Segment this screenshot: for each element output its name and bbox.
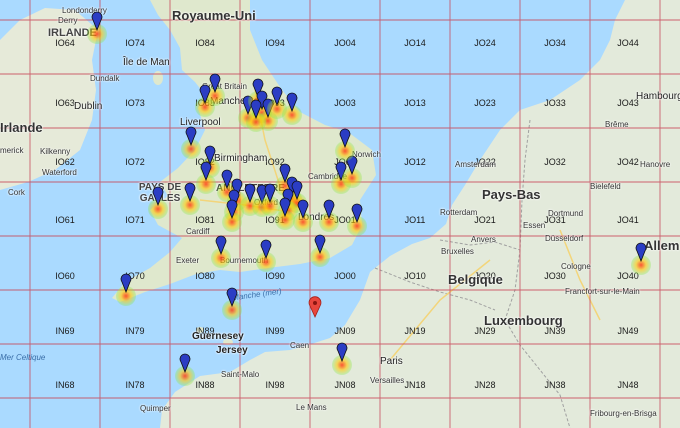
station-marker[interactable] (111, 273, 141, 306)
map-pin-icon (152, 186, 164, 206)
selected-location-marker[interactable] (299, 296, 329, 326)
land-guernsey (196, 327, 204, 333)
station-marker[interactable] (241, 99, 271, 132)
station-marker[interactable] (626, 242, 656, 275)
station-marker[interactable] (327, 342, 357, 375)
map-pin-icon (314, 234, 326, 254)
station-marker[interactable] (217, 199, 247, 232)
map-pin-icon (260, 239, 272, 259)
map-pin-icon (215, 235, 227, 255)
map-pin-icon (308, 296, 322, 318)
map-pin-icon (286, 92, 298, 112)
station-marker[interactable] (342, 203, 372, 236)
map-pin-icon (323, 199, 335, 219)
station-marker[interactable] (170, 353, 200, 386)
map-pin-icon (185, 126, 197, 146)
map-pin-icon (200, 161, 212, 181)
map-pin-icon (179, 353, 191, 373)
station-marker[interactable] (330, 128, 360, 161)
map-pin-icon (250, 99, 262, 119)
station-marker[interactable] (190, 84, 220, 117)
map-view[interactable]: IO64 IO74 IO84 IO94 JO04 JO14 JO24 JO34 JO44 IO63… (0, 0, 680, 428)
map-pin-icon (226, 287, 238, 307)
map-pin-icon (226, 199, 238, 219)
station-marker[interactable] (305, 234, 335, 267)
station-marker[interactable] (82, 11, 112, 44)
station-marker[interactable] (314, 199, 344, 232)
map-pin-icon (339, 128, 351, 148)
map-pin-icon (199, 84, 211, 104)
station-marker[interactable] (175, 182, 205, 215)
map-pin-icon (351, 203, 363, 223)
map-pin-icon (336, 342, 348, 362)
map-pin-icon (184, 182, 196, 202)
map-pin-icon (91, 11, 103, 31)
station-marker[interactable] (217, 287, 247, 320)
station-marker[interactable] (277, 92, 307, 125)
land-isle-of-man (153, 71, 163, 85)
map-pin-icon (635, 242, 647, 262)
station-marker[interactable] (251, 239, 281, 272)
map-pin-icon (297, 199, 309, 219)
station-marker[interactable] (143, 186, 173, 219)
station-marker[interactable] (206, 235, 236, 268)
map-pin-icon (120, 273, 132, 293)
